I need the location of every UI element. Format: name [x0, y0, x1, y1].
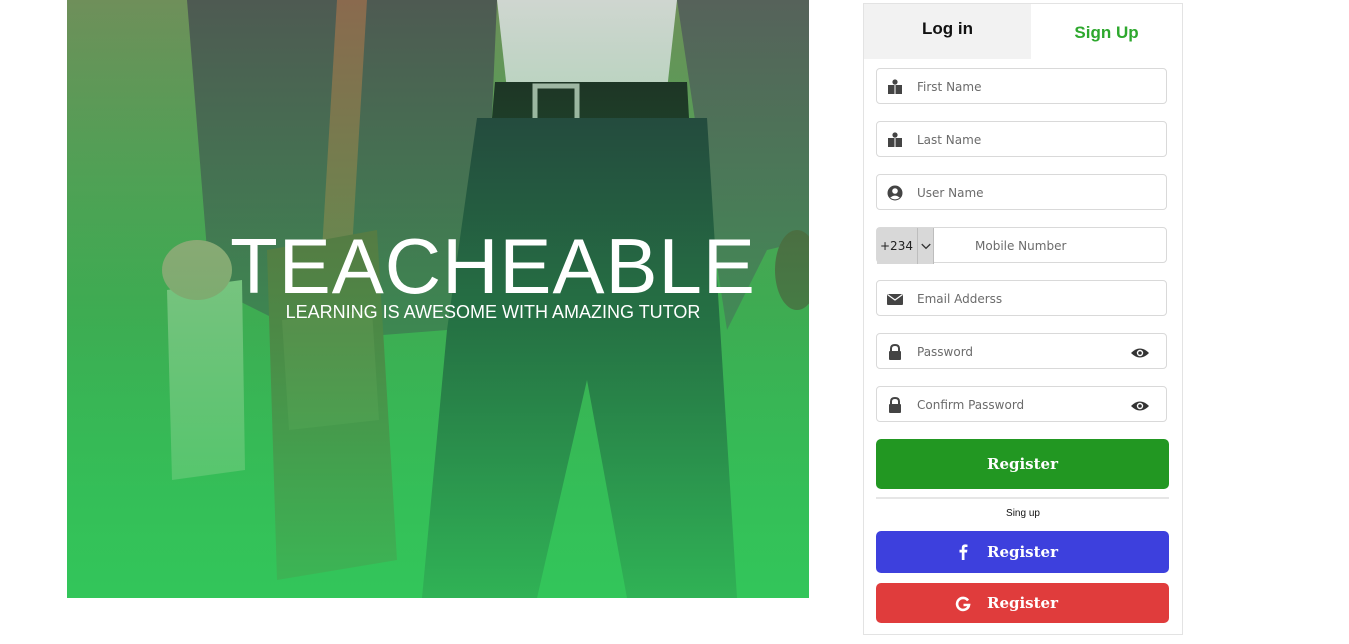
mobile-placeholder: Mobile Number: [975, 239, 1067, 253]
facebook-register-button[interactable]: Register: [876, 531, 1169, 573]
last-name-placeholder: Last Name: [917, 133, 982, 147]
first-name-placeholder: First Name: [917, 80, 982, 94]
divider: [876, 497, 1169, 499]
tab-signup[interactable]: Sign Up: [1031, 4, 1182, 59]
facebook-icon: [959, 544, 968, 560]
mobile-field[interactable]: +234 Mobile Number: [876, 227, 1167, 264]
country-code-select[interactable]: +234: [877, 228, 934, 264]
hero-title: TEACHEABLE: [230, 222, 756, 310]
hero-subtitle: LEARNING IS AWESOME WITH AMAZING TUTOR: [285, 302, 701, 322]
lock-icon: [889, 396, 901, 413]
id-card-icon: [888, 132, 902, 147]
google-register-label: Register: [986, 594, 1058, 612]
confirm-password-field[interactable]: Confirm Password: [876, 386, 1167, 422]
password-placeholder: Password: [917, 345, 974, 359]
register-button[interactable]: Register: [876, 439, 1169, 489]
user-name-placeholder: User Name: [917, 186, 984, 200]
user-circle-icon: [887, 185, 903, 201]
country-code-value: +234: [880, 239, 913, 253]
tab-login[interactable]: Log in: [864, 4, 1031, 59]
chevron-down-icon: [917, 228, 931, 264]
eye-icon[interactable]: [1130, 399, 1150, 413]
user-name-field[interactable]: User Name: [876, 174, 1167, 210]
id-card-icon: [888, 79, 902, 94]
google-icon: [955, 596, 971, 612]
confirm-password-placeholder: Confirm Password: [917, 398, 1025, 412]
envelope-icon: [887, 294, 903, 305]
facebook-register-label: Register: [986, 543, 1058, 561]
auth-panel: Log in Sign Up First Name Last Name User…: [863, 3, 1183, 635]
first-name-field[interactable]: First Name: [876, 68, 1167, 104]
hero-banner: TEACHEABLE LEARNING IS AWESOME WITH AMAZ…: [67, 0, 809, 598]
email-field[interactable]: Email Adderss: [876, 280, 1167, 316]
last-name-field[interactable]: Last Name: [876, 121, 1167, 157]
password-field[interactable]: Password: [876, 333, 1167, 369]
eye-icon[interactable]: [1130, 346, 1150, 360]
auth-tabs: Log in Sign Up: [864, 4, 1182, 59]
sing-up-label: Sing up: [1006, 508, 1040, 519]
lock-icon: [889, 343, 901, 360]
google-register-button[interactable]: Register: [876, 583, 1169, 623]
email-placeholder: Email Adderss: [917, 292, 1003, 306]
